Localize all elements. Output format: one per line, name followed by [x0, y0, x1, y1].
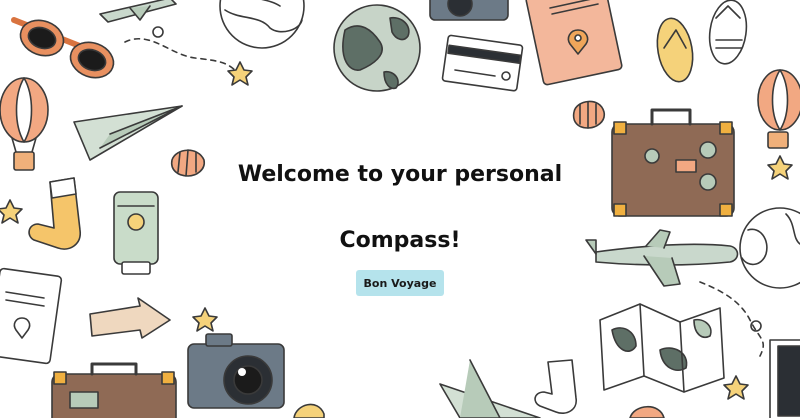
- arrow-sign-icon: [89, 297, 171, 339]
- map-icon: [599, 303, 725, 393]
- seashell-icon: [629, 405, 665, 418]
- hot-air-balloon-icon: [757, 69, 800, 149]
- globe-icon: [739, 207, 800, 289]
- title-line-1: Welcome to your personal: [237, 162, 563, 187]
- boarding-pass-icon: [441, 34, 524, 92]
- title-line-2: Compass!: [339, 228, 461, 253]
- sock-icon: [28, 177, 81, 250]
- passport-icon: [525, 0, 623, 86]
- sunglasses-icon: [11, 17, 115, 79]
- passport-icon: [769, 339, 800, 418]
- suitcase-icon: [51, 362, 177, 418]
- camera-icon: [187, 333, 285, 409]
- flip-flops-icon: [656, 0, 748, 83]
- hot-air-balloon-icon: [0, 77, 49, 171]
- sunscreen-icon: [113, 191, 159, 275]
- airplane-icon: [99, 0, 177, 23]
- airplane-icon: [585, 229, 739, 287]
- star-icon: [227, 61, 253, 86]
- page-title: Welcome to your personal Compass!: [200, 160, 600, 256]
- camera-icon: [429, 0, 509, 21]
- seashell-icon: [293, 403, 325, 418]
- globe-icon: [333, 4, 421, 92]
- passport-icon: [0, 267, 63, 365]
- star-icon: [192, 307, 218, 332]
- star-icon: [723, 375, 749, 400]
- star-icon: [767, 155, 793, 180]
- sock-icon: [534, 359, 577, 414]
- welcome-hero: Welcome to your personal Compass! Bon Vo…: [200, 160, 600, 296]
- paper-plane-icon: [73, 105, 183, 161]
- paper-plane-icon: [439, 359, 541, 418]
- bon-voyage-button[interactable]: Bon Voyage: [356, 270, 444, 296]
- suitcase-icon: [611, 108, 735, 217]
- seashell-icon: [572, 100, 606, 129]
- globe-icon: [219, 0, 305, 49]
- star-icon: [0, 199, 23, 224]
